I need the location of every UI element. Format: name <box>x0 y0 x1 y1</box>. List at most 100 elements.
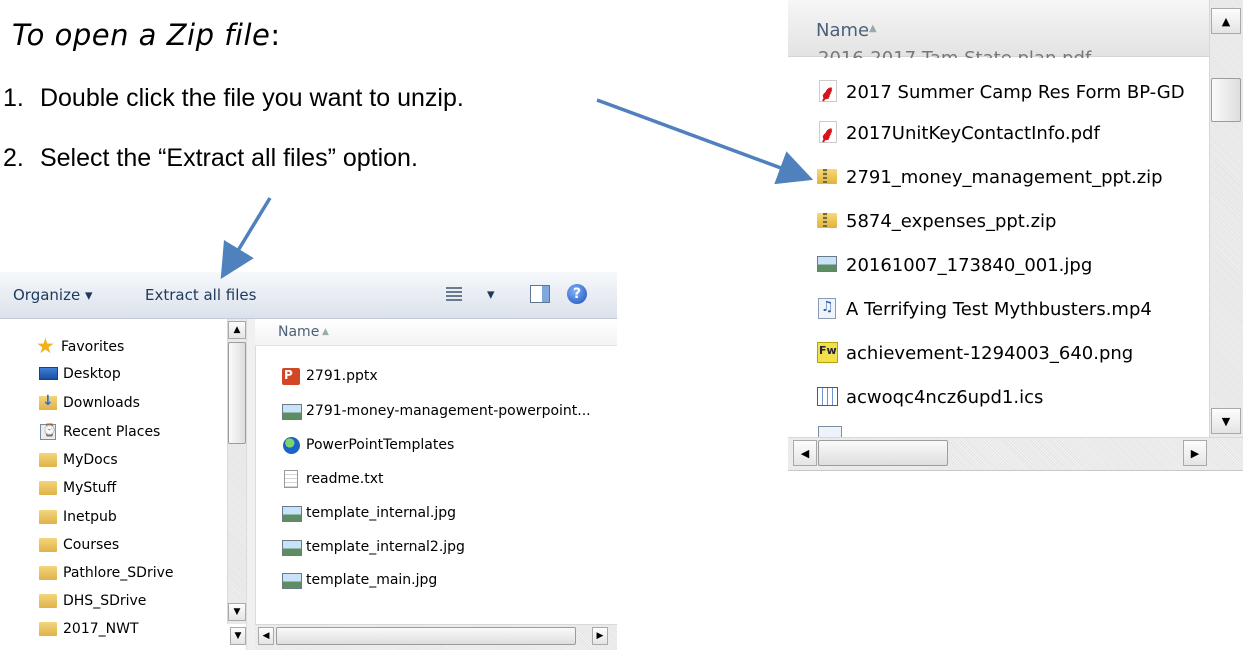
nav-item-label: Downloads <box>63 395 140 411</box>
step-text: Select the “Extract all files” option. <box>39 144 418 172</box>
nav-item-label: Courses <box>63 537 120 553</box>
file-row[interactable]: template_main.jpg <box>281 568 437 592</box>
pdf-icon: ⸙ <box>819 121 837 148</box>
nav-scroll-down-button[interactable]: ▼ <box>230 627 246 645</box>
scroll-right-button[interactable]: ▶ <box>592 627 608 645</box>
image-file-icon <box>816 253 840 277</box>
scroll-up-button[interactable]: ▲ <box>228 321 246 339</box>
nav-item-label: Favorites <box>61 339 125 355</box>
organize-menu[interactable]: Organize ▾ <box>13 286 93 304</box>
sort-ascending-icon: ▲ <box>322 327 329 337</box>
nav-item-desktop[interactable]: Desktop <box>38 361 121 387</box>
nav-item-label: MyStuff <box>63 480 117 496</box>
file-name: 2017 Summer Camp Res Form BP-GD <box>846 81 1185 103</box>
nav-item-mydocs[interactable]: MyDocs <box>38 447 118 473</box>
folder-icon <box>38 591 58 611</box>
file-row[interactable]: readme.txt <box>281 467 384 491</box>
star-icon: ★ <box>36 334 55 358</box>
desktop-icon <box>38 364 58 384</box>
file-name: template_internal.jpg <box>306 505 457 521</box>
zip-folder-icon <box>816 209 840 233</box>
organize-label: Organize <box>13 286 81 304</box>
file-row[interactable]: 2791.pptx <box>281 364 378 388</box>
web-globe-icon <box>281 435 301 455</box>
step-1: 1. Double click the file you want to unz… <box>3 84 464 113</box>
partially-hidden-row: 2016-2017 Tam State plan.pdf <box>818 50 1198 58</box>
file-row[interactable]: ⸙ 2017 Summer Camp Res Form BP-GD <box>816 77 1185 107</box>
scrollbar-thumb[interactable] <box>228 342 246 444</box>
file-row[interactable]: acwoqc4ncz6upd1.ics <box>816 382 1043 412</box>
file-name: 5874_expenses_ppt.zip <box>846 210 1057 232</box>
scroll-down-button[interactable]: ▼ <box>228 603 246 621</box>
nav-item-mystuff[interactable]: MyStuff <box>38 475 116 501</box>
nav-item-recent-places[interactable]: Recent Places <box>38 419 160 445</box>
extract-all-files-button[interactable]: Extract all files <box>145 286 256 304</box>
nav-item-inetpub[interactable]: Inetpub <box>38 504 117 530</box>
file-name: PowerPointTemplates <box>306 437 455 453</box>
nav-item-label: DHS_SDrive <box>63 593 147 609</box>
nav-item-pathlore-sdrive[interactable]: Pathlore_SDrive <box>38 560 173 586</box>
file-row[interactable]: template_internal2.jpg <box>281 535 465 559</box>
view-options-dropdown[interactable]: ▾ <box>487 285 495 303</box>
nav-item-label: Recent Places <box>63 424 161 440</box>
sort-ascending-icon: ▲ <box>869 23 877 34</box>
nav-item-label: Inetpub <box>63 509 117 525</box>
file-row[interactable]: 20161007_173840_001.jpg <box>816 250 1092 280</box>
scrollbar-thumb[interactable] <box>1211 78 1241 122</box>
powerpoint-file-icon <box>281 366 301 386</box>
nav-item-dhs-sdrive[interactable]: DHS_SDrive <box>38 588 146 614</box>
horizontal-scrollbar-thumb[interactable] <box>276 627 576 645</box>
step-number: 2. <box>3 144 24 172</box>
scroll-left-button[interactable]: ◀ <box>793 440 817 466</box>
fireworks-file-icon <box>816 341 840 365</box>
scroll-down-button[interactable]: ▼ <box>1211 408 1241 434</box>
nav-item-2017-nwt[interactable]: 2017_NWT <box>38 616 139 642</box>
scroll-up-button[interactable]: ▲ <box>1211 8 1241 34</box>
preview-pane-icon[interactable] <box>530 285 550 303</box>
recent-places-icon <box>38 422 58 442</box>
vertical-scrollbar[interactable] <box>1209 0 1243 437</box>
step-2: 2. Select the “Extract all files” option… <box>3 144 418 173</box>
file-list-pane: Name ▲ 2791.pptx 2791-money-management-p… <box>255 319 617 650</box>
file-name: achievement-1294003_640.png <box>846 342 1134 364</box>
heading-text: To open a Zip file <box>12 18 271 52</box>
scroll-left-button[interactable]: ◀ <box>258 627 274 645</box>
folder-icon <box>38 619 58 639</box>
file-name: acwoqc4ncz6upd1.ics <box>846 386 1044 408</box>
image-file-icon <box>281 537 302 557</box>
file-name: A Terrifying Test Mythbusters.mp4 <box>846 298 1152 320</box>
file-row[interactable]: achievement-1294003_640.png <box>816 338 1133 368</box>
nav-item-downloads[interactable]: Downloads <box>38 390 140 416</box>
nav-item-label: Desktop <box>63 366 121 382</box>
change-view-icon[interactable] <box>446 287 462 301</box>
name-column-header[interactable]: Name ▲ <box>788 0 1209 57</box>
name-column-header[interactable]: Name ▲ <box>255 319 617 346</box>
navigation-pane: ★ Favorites Desktop Downloads Recent Pla… <box>0 319 227 650</box>
arrow-to-extract-button <box>220 197 272 279</box>
file-name: template_main.jpg <box>306 572 438 588</box>
file-row[interactable]: 2791-money-management-powerpoint... <box>281 399 591 423</box>
help-icon[interactable]: ? <box>567 284 587 304</box>
command-toolbar: Organize ▾ Extract all files ▾ ? <box>0 272 617 319</box>
file-row[interactable]: template_internal.jpg <box>281 501 456 525</box>
file-list-crop: Name ▲ 2016-2017 Tam State plan.pdf ⸙ 20… <box>788 0 1243 471</box>
image-file-icon <box>281 401 302 421</box>
nav-item-favorites[interactable]: ★ Favorites <box>36 334 124 360</box>
file-row[interactable]: ⸙ 2017UnitKeyContactInfo.pdf <box>816 118 1100 148</box>
scroll-right-button[interactable]: ▶ <box>1183 440 1207 466</box>
file-name: 2791.pptx <box>306 368 378 384</box>
nav-item-courses[interactable]: Courses <box>38 532 119 558</box>
folder-icon <box>38 507 58 527</box>
step-number: 1. <box>3 84 24 112</box>
nav-item-label: Pathlore_SDrive <box>63 565 174 581</box>
file-row[interactable]: 2791_money_management_ppt.zip <box>816 162 1163 192</box>
zip-folder-icon <box>816 165 840 189</box>
file-row[interactable]: PowerPointTemplates <box>281 433 454 457</box>
folder-icon <box>38 535 58 555</box>
file-name: template_internal2.jpg <box>306 539 465 555</box>
calendar-file-icon <box>816 385 840 409</box>
file-row[interactable]: A Terrifying Test Mythbusters.mp4 <box>816 294 1152 324</box>
downloads-folder-icon <box>38 393 58 413</box>
horizontal-scrollbar-thumb[interactable] <box>818 440 948 466</box>
file-row[interactable]: 5874_expenses_ppt.zip <box>816 206 1056 236</box>
